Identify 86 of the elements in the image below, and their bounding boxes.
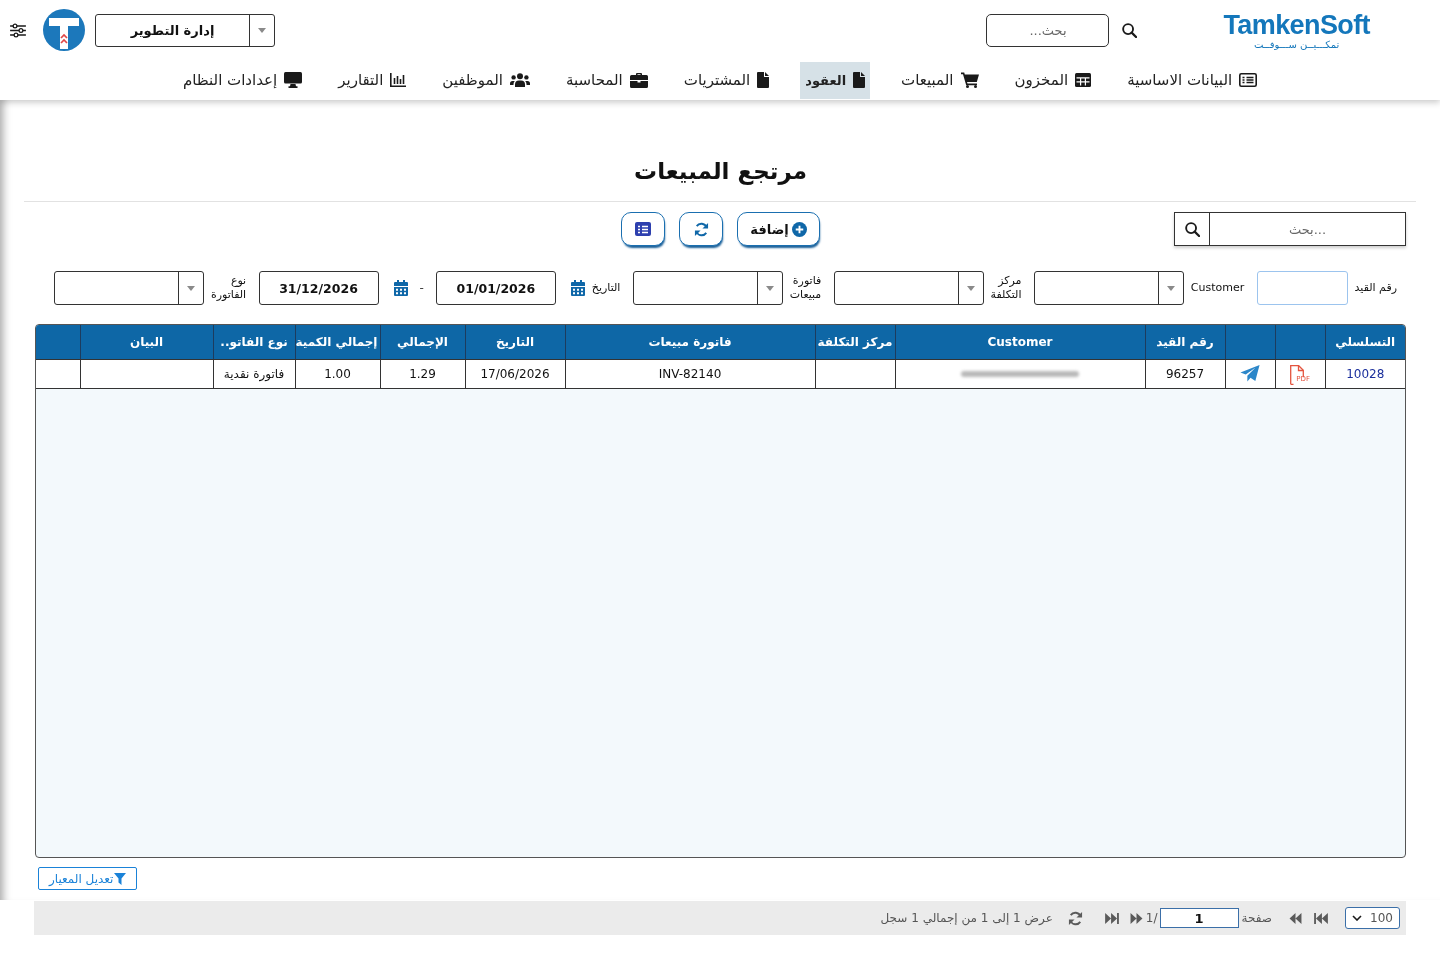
table-cell: 96257 [1145,359,1225,388]
filter-label: رقم القيد [1354,281,1397,295]
page-number-field[interactable]: 1 [1159,908,1239,928]
caret-icon [765,285,774,291]
chevron-down-icon [1352,915,1362,921]
list-icon [635,222,652,236]
filter-label: فاتورة مبيعات [789,274,822,302]
filter-label: التاريخ [591,281,621,295]
search-button[interactable] [1174,212,1209,246]
select-field[interactable] [632,271,783,305]
monitor-icon [284,72,303,88]
filter-label: مركز التكلفة [990,274,1022,302]
funnel-icon [114,872,127,885]
first-page-icon[interactable] [1314,912,1328,924]
nav-item[interactable]: التقارير [333,61,412,99]
column-header[interactable]: مركز التكلفة [815,325,895,359]
logo-tagline: تمكـــيــن ســـوفــت [1254,39,1340,51]
column-header[interactable]: فاتورة مبيعات [565,325,815,359]
caret-icon [187,285,196,291]
column-header[interactable]: التسلسلي [1325,325,1405,359]
filter-label: Customer [1190,281,1245,295]
next-page-icon[interactable] [1129,912,1143,924]
logo-wordmark: TamkenSoft [1223,11,1370,39]
users-icon [509,73,530,87]
paper-plane-icon[interactable] [1240,365,1260,382]
column-header[interactable]: إجمالي الكمية [295,325,380,359]
grid-icon [1075,73,1092,87]
search-field[interactable]: بحث... [1209,212,1406,246]
table-cell: فاتورة نقدية [213,359,295,388]
record-summary: عرض 1 إلى 1 من إجمالي 1 سجل [880,911,1053,925]
briefcase-icon [629,72,648,88]
select-field[interactable] [1033,271,1184,305]
caret-icon [258,27,266,33]
bar-chart-icon [390,73,407,87]
table-cell: 1.00 [295,359,380,388]
column-header[interactable]: رقم القيد [1145,325,1225,359]
page-label: صفحة [1241,911,1272,925]
date-field[interactable]: 31/12/2026 [258,271,379,305]
select-field[interactable] [54,271,205,305]
list-icon [1239,73,1258,87]
column-header[interactable]: الإجمالي [380,325,465,359]
search-field[interactable]: بحث... [986,13,1110,47]
list-view-button[interactable] [621,212,666,246]
calendar-icon[interactable] [393,280,408,296]
nav-item[interactable]: البيانات الاساسية [1122,61,1263,99]
table-cell: INV-82140 [565,359,815,388]
edit-criteria-button[interactable]: تعديل المعيار [38,867,138,890]
settings-icon[interactable] [10,22,26,38]
column-header[interactable]: التاريخ [465,325,565,359]
nav-item[interactable]: الموظفين [437,61,535,99]
nav-item[interactable]: إعدادات النظام [177,61,308,99]
plus-circle-icon [791,221,807,237]
column-header[interactable]: نوع الفاتو.. [213,325,295,359]
text-field[interactable] [1256,271,1348,305]
caret-icon [1166,285,1175,291]
table-cell: 17/06/2026 [465,359,565,388]
nav-item[interactable]: المشتريات [678,61,775,99]
page-title: مرتجع المبيعات [633,157,808,187]
nav-item[interactable]: المخزون [1009,61,1097,99]
refresh-button[interactable] [679,212,724,246]
caret-icon [966,285,975,291]
file-icon [757,72,770,88]
nav-item[interactable]: المحاسبة [560,61,653,99]
page-size-dropdown[interactable]: 100 [1345,907,1400,929]
previous-page-icon[interactable] [1289,912,1302,924]
filter-label: نوع الفاتورة [211,274,247,302]
nav-item[interactable]: العقود [800,61,871,99]
refresh-icon[interactable] [1067,910,1083,926]
search-icon [1184,221,1200,237]
circle-logo-icon [43,9,85,51]
column-header[interactable]: البيان [80,325,213,359]
last-page-icon[interactable] [1104,912,1119,924]
date-field[interactable]: 01/01/2026 [435,271,556,305]
page-total: /1 [1145,911,1158,925]
range-separator: - [419,281,424,295]
column-header[interactable]: Customer [895,325,1145,359]
file-icon [853,72,866,88]
refresh-icon [693,221,709,237]
nav-item[interactable]: المبيعات [896,61,984,99]
select-field[interactable] [833,271,984,305]
calendar-icon[interactable] [570,280,585,296]
department-dropdown[interactable]: إدارة التطوير [95,13,275,47]
search-icon[interactable] [1122,22,1138,38]
add-button[interactable]: إضافة [737,212,820,246]
table-cell: 1.29 [380,359,465,388]
cart-icon [960,72,979,88]
